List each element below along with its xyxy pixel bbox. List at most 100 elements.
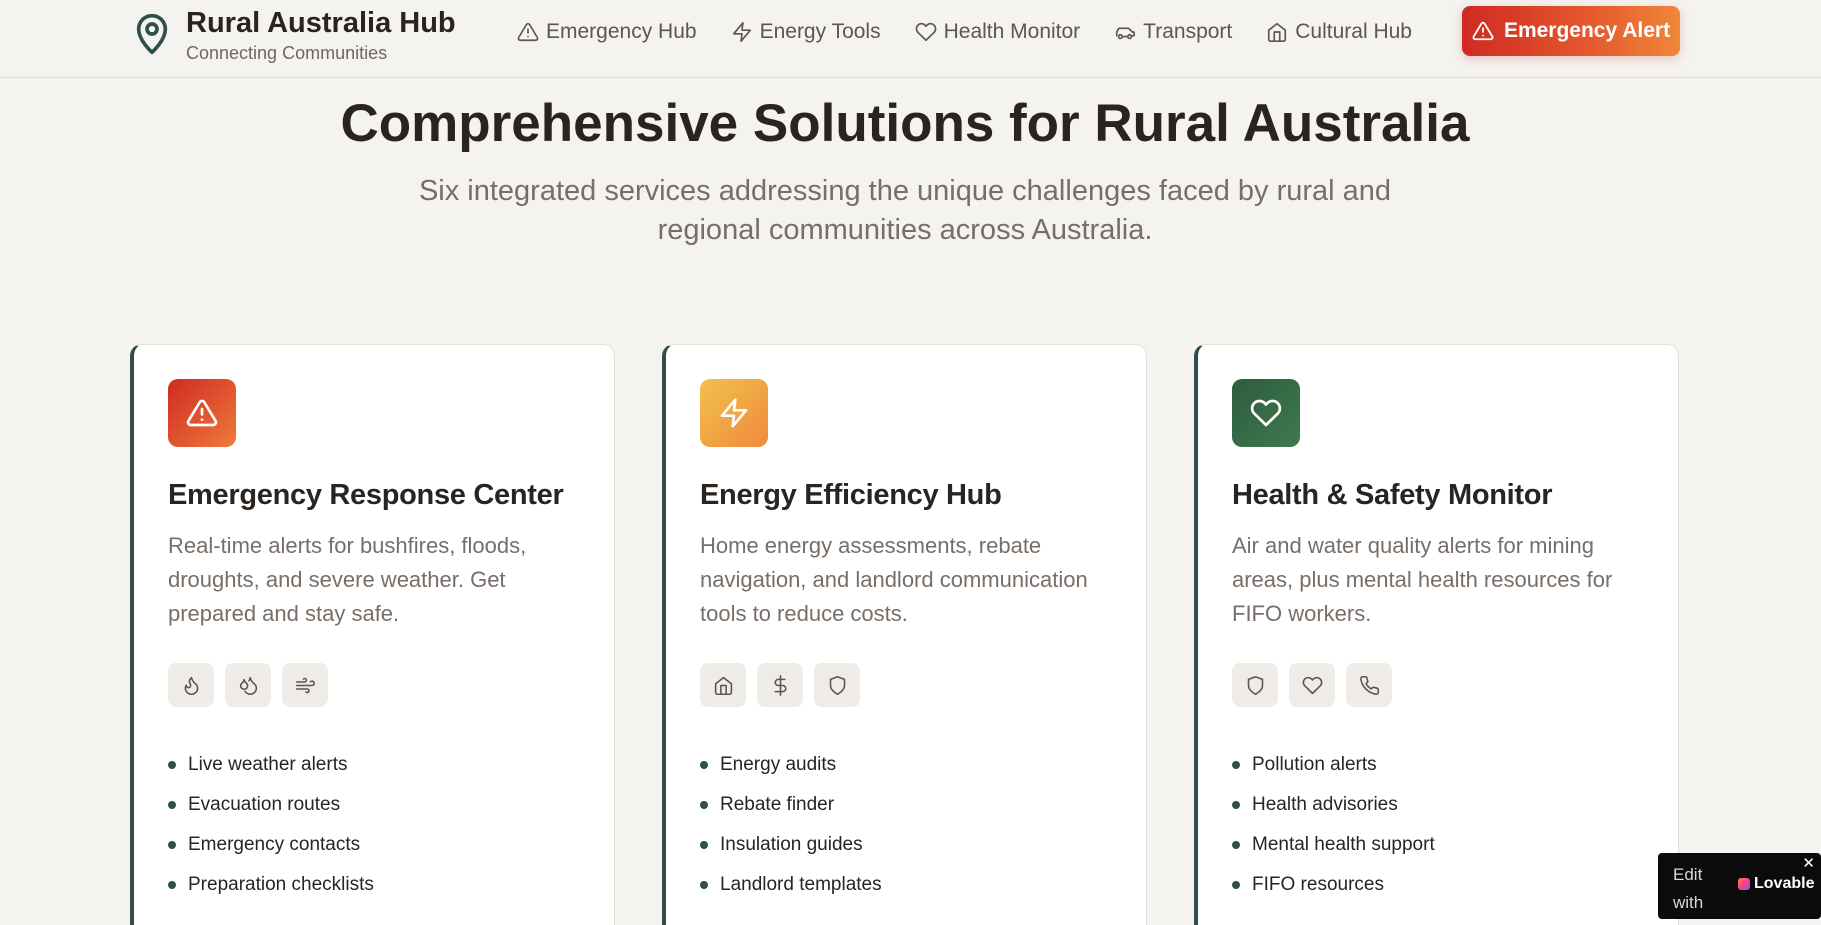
card-icon-badge xyxy=(700,379,768,447)
card-title: Emergency Response Center xyxy=(168,479,564,511)
feature-label: Emergency contacts xyxy=(188,834,361,855)
bullet xyxy=(1232,881,1240,889)
car-icon xyxy=(1116,27,1136,40)
chip xyxy=(757,663,803,707)
list-item: Insulation guides xyxy=(700,825,882,865)
chip xyxy=(1346,663,1392,707)
feature-list: Energy audits Rebate finder Insulation g… xyxy=(700,745,882,905)
feature-label: FIFO resources xyxy=(1252,874,1384,895)
feature-label: Energy audits xyxy=(720,754,837,775)
feature-list: Live weather alerts Evacuation routes Em… xyxy=(168,745,374,905)
emergency-alert-button[interactable]: Emergency Alert xyxy=(1462,6,1680,56)
edit-with-lovable-badge[interactable]: Edit with Lovable ✕ xyxy=(1658,853,1821,919)
bullet xyxy=(1232,801,1240,809)
nav-item-label: Health Monitor xyxy=(943,20,1081,43)
card-icon-badge xyxy=(1232,379,1300,447)
card-chips xyxy=(1232,663,1403,707)
bullet xyxy=(700,801,708,809)
flame-icon xyxy=(184,676,198,695)
bullet xyxy=(168,841,176,849)
card-title: Energy Efficiency Hub xyxy=(700,479,1002,511)
bullet xyxy=(700,761,708,769)
wind-icon xyxy=(295,677,315,693)
nav-item-label: Transport xyxy=(1143,20,1233,43)
chip xyxy=(282,663,328,707)
nav-item-energy-tools[interactable]: Energy Tools xyxy=(731,20,881,44)
bullet xyxy=(1232,841,1240,849)
feature-label: Rebate finder xyxy=(720,794,835,815)
brand-subtitle: Connecting Communities xyxy=(186,43,388,63)
nav-item-cultural-hub[interactable]: Cultural Hub xyxy=(1266,20,1412,44)
heart-icon xyxy=(1302,676,1322,694)
brand-title: Rural Australia Hub xyxy=(186,7,456,39)
bullet xyxy=(700,881,708,889)
list-item: Health advisories xyxy=(1232,785,1435,825)
chip xyxy=(700,663,746,707)
chip xyxy=(1289,663,1335,707)
badge-edit-text: Edit with xyxy=(1673,865,1704,912)
service-card-energy[interactable]: Energy Efficiency Hub Home energy assess… xyxy=(662,344,1147,925)
main-nav: Emergency Hub Energy Tools Health Monito… xyxy=(517,16,1446,48)
brand-text: Rural Australia Hub Connecting Communiti… xyxy=(186,6,456,64)
lovable-logo-text: Lovable xyxy=(1754,875,1815,892)
chip xyxy=(1232,663,1278,707)
list-item: Emergency contacts xyxy=(168,825,374,865)
zap-icon xyxy=(720,398,748,428)
card-description: Home energy assessments, rebate navigati… xyxy=(700,533,1088,626)
top-navigation-bar: Rural Australia Hub Connecting Communiti… xyxy=(0,0,1821,78)
bullet xyxy=(1232,761,1240,769)
nav-item-label: Energy Tools xyxy=(759,20,881,43)
feature-label: Pollution alerts xyxy=(1252,754,1377,775)
alert-triangle-icon xyxy=(1472,21,1494,41)
list-item: Live weather alerts xyxy=(168,745,374,785)
list-item: Evacuation routes xyxy=(168,785,374,825)
feature-label: Health advisories xyxy=(1252,794,1398,815)
bullet xyxy=(168,801,176,809)
close-icon[interactable]: ✕ xyxy=(1802,854,1815,872)
chip xyxy=(814,663,860,707)
card-title: Health & Safety Monitor xyxy=(1232,479,1553,511)
list-item: Energy audits xyxy=(700,745,882,785)
shield-icon xyxy=(829,675,845,695)
phone-icon xyxy=(1359,675,1379,695)
zap-icon xyxy=(732,22,751,42)
list-item: Preparation checklists xyxy=(168,865,374,905)
feature-label: Live weather alerts xyxy=(188,754,348,775)
bullet xyxy=(168,881,176,889)
nav-item-emergency-hub[interactable]: Emergency Hub xyxy=(517,20,697,44)
nav-item-transport[interactable]: Transport xyxy=(1114,20,1232,44)
list-item: Pollution alerts xyxy=(1232,745,1435,785)
bullet xyxy=(168,761,176,769)
feature-label: Landlord templates xyxy=(720,874,882,895)
lovable-heart-icon xyxy=(1738,878,1750,890)
alert-triangle-icon xyxy=(517,22,539,42)
list-item: FIFO resources xyxy=(1232,865,1435,905)
brand[interactable]: Rural Australia Hub Connecting Communiti… xyxy=(132,6,456,64)
home-icon xyxy=(1268,22,1287,42)
heart-icon xyxy=(915,22,936,42)
card-description: Air and water quality alerts for mining … xyxy=(1232,533,1613,626)
page-subtitle: Six integrated services addressing the u… xyxy=(418,175,1392,246)
page-title: Comprehensive Solutions for Rural Austra… xyxy=(340,94,1470,153)
nav-item-label: Emergency Hub xyxy=(546,20,697,43)
card-icon-badge xyxy=(168,379,236,447)
alert-triangle-icon xyxy=(186,399,218,427)
feature-label: Preparation checklists xyxy=(188,874,374,895)
service-card-health[interactable]: Health & Safety Monitor Air and water qu… xyxy=(1194,344,1679,925)
chip xyxy=(168,663,214,707)
card-chips xyxy=(700,663,871,707)
chip xyxy=(225,663,271,707)
home-icon xyxy=(714,676,732,695)
feature-label: Insulation guides xyxy=(720,834,863,855)
feature-list: Pollution alerts Health advisories Menta… xyxy=(1232,745,1435,905)
shield-icon xyxy=(1247,675,1263,695)
list-item: Landlord templates xyxy=(700,865,882,905)
nav-item-label: Cultural Hub xyxy=(1295,20,1412,43)
list-item: Rebate finder xyxy=(700,785,882,825)
dollar-icon xyxy=(773,674,786,696)
nav-item-health-monitor[interactable]: Health Monitor xyxy=(915,20,1081,44)
service-card-emergency[interactable]: Emergency Response Center Real-time aler… xyxy=(130,344,615,925)
lovable-logo: Lovable xyxy=(1738,875,1814,893)
feature-label: Evacuation routes xyxy=(188,794,341,815)
card-description: Real-time alerts for bushfires, floods, … xyxy=(168,533,527,626)
